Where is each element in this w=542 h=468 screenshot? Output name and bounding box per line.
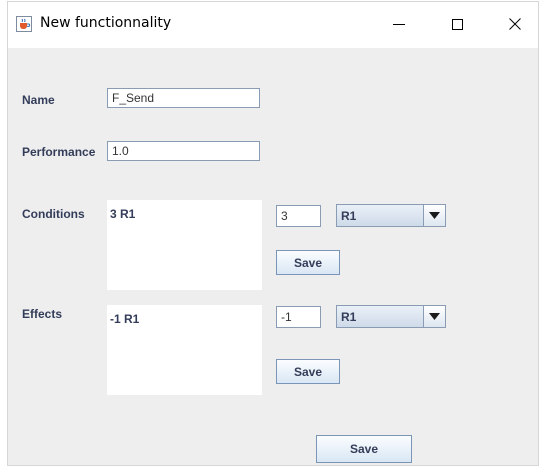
conditions-amount-field[interactable] — [276, 205, 321, 227]
effects-dropdown-arrow[interactable] — [423, 306, 445, 327]
maximize-button[interactable] — [447, 14, 467, 34]
java-cup-icon — [16, 16, 32, 32]
window-title: New functionnality — [40, 15, 172, 31]
save-button[interactable]: Save — [316, 435, 412, 463]
conditions-resource-selected: R1 — [341, 209, 357, 223]
effects-save-button[interactable]: Save — [276, 359, 340, 384]
maximize-icon — [452, 19, 463, 30]
effects-amount-field[interactable] — [276, 306, 321, 328]
close-button[interactable] — [505, 14, 525, 34]
effects-list-item[interactable]: -1 R1 — [110, 312, 139, 326]
conditions-label: Conditions — [22, 207, 85, 221]
performance-label: Performance — [22, 145, 96, 159]
minimize-button[interactable] — [389, 14, 409, 34]
title-bar[interactable]: New functionnality — [8, 2, 538, 48]
effects-resource-select[interactable]: R1 — [336, 305, 446, 328]
close-icon — [509, 18, 521, 30]
new-functionality-window: New functionnality Name Performance Cond… — [7, 1, 539, 466]
conditions-dropdown-arrow[interactable] — [423, 205, 445, 226]
name-field[interactable] — [107, 88, 260, 108]
conditions-list[interactable]: 3 R1 — [107, 200, 262, 290]
conditions-list-item[interactable]: 3 R1 — [110, 207, 135, 221]
effects-list[interactable]: -1 R1 — [107, 305, 262, 395]
minimize-icon — [393, 24, 405, 25]
performance-field[interactable] — [107, 141, 260, 161]
triangle-down-icon — [429, 313, 440, 320]
effects-label: Effects — [22, 307, 63, 321]
triangle-down-icon — [429, 212, 440, 219]
conditions-save-button[interactable]: Save — [276, 250, 340, 275]
name-label: Name — [22, 93, 55, 107]
effects-resource-selected: R1 — [341, 310, 357, 324]
conditions-resource-select[interactable]: R1 — [336, 204, 446, 227]
